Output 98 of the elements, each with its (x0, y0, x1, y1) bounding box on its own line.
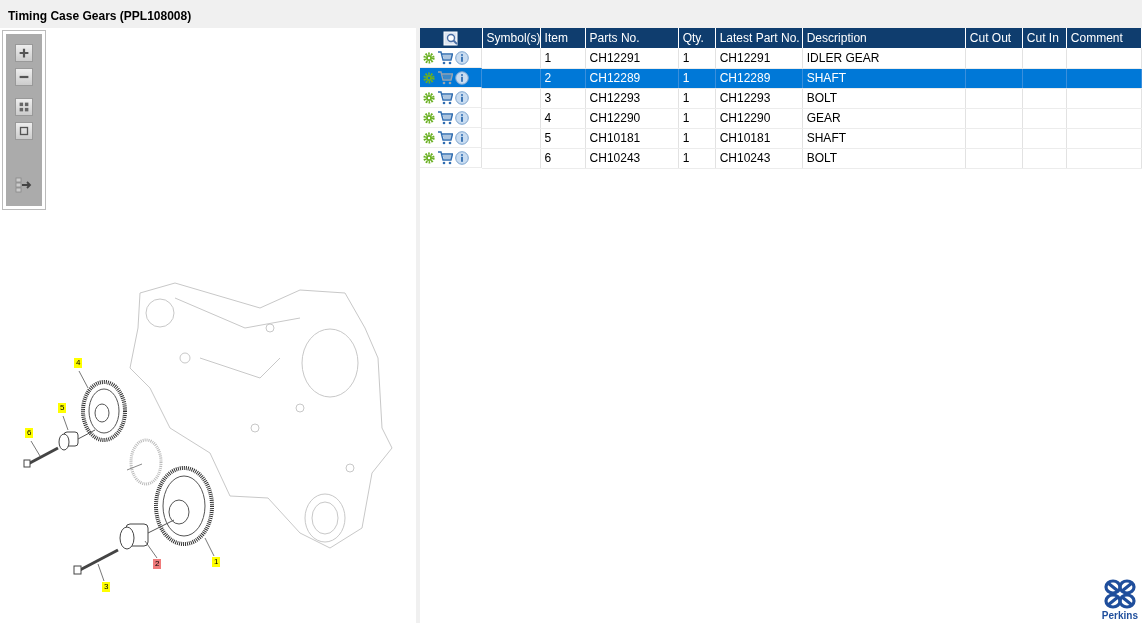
info-icon[interactable] (455, 50, 469, 65)
table-cell: 6 (540, 148, 586, 168)
table-cell: CH10181 (585, 128, 679, 148)
callout-label[interactable]: 5 (58, 403, 67, 413)
column-header[interactable]: Cut Out (965, 28, 1023, 48)
square-icon (17, 124, 31, 138)
export-button[interactable] (14, 176, 34, 194)
table-cell: 1 (540, 48, 586, 68)
table-cell (482, 148, 541, 168)
fit-all-button[interactable] (15, 98, 33, 116)
table-cell: 1 (678, 128, 716, 148)
cart-icon[interactable] (437, 90, 453, 105)
table-cell (482, 68, 541, 88)
gear-icon[interactable] (423, 111, 435, 124)
export-list-icon (15, 177, 33, 193)
callout-label[interactable]: 6 (25, 428, 34, 438)
zoom-in-button[interactable] (15, 44, 33, 62)
callout-label[interactable]: 1 (212, 557, 221, 567)
column-header[interactable]: Cut In (1022, 28, 1067, 48)
table-cell (965, 108, 1023, 128)
table-cell: 1 (678, 148, 716, 168)
table-cell: 3 (540, 88, 586, 108)
cart-icon[interactable] (437, 130, 453, 145)
info-icon[interactable] (455, 150, 469, 165)
table-cell: CH12291 (585, 48, 679, 68)
cart-icon[interactable] (437, 150, 453, 165)
table-cell: GEAR (802, 108, 966, 128)
gear-icon[interactable] (423, 131, 435, 144)
callout-label[interactable]: 4 (74, 358, 83, 368)
table-cell (1022, 108, 1067, 128)
table-cell: CH10243 (715, 148, 803, 168)
info-icon[interactable] (455, 110, 469, 125)
table-cell: 4 (540, 108, 586, 128)
table-cell: CH12290 (585, 108, 679, 128)
table-cell (1022, 48, 1067, 68)
column-header[interactable]: Latest Part No. (715, 28, 803, 48)
callout-label[interactable]: 3 (102, 582, 111, 592)
table-cell (965, 128, 1023, 148)
table-cell: CH12291 (715, 48, 803, 68)
table-cell (1022, 148, 1067, 168)
leader-line (78, 370, 89, 389)
table-cell (965, 148, 1023, 168)
table-cell (482, 88, 541, 108)
table-cell: 5 (540, 128, 586, 148)
table-row[interactable]: 4 CH12290 1 CH12290 GEAR (420, 108, 1142, 128)
brand-logo-text: Perkins (1101, 610, 1138, 621)
info-icon[interactable] (455, 130, 469, 145)
info-icon[interactable] (455, 70, 469, 85)
actual-size-button[interactable] (15, 122, 33, 140)
zoom-out-button[interactable] (15, 68, 33, 86)
table-row[interactable]: 5 CH10181 1 CH10181 SHAFT (420, 128, 1142, 148)
table-cell: CH10243 (585, 148, 679, 168)
table-cell (482, 128, 541, 148)
table-row[interactable]: 6 CH10243 1 CH10243 BOLT (420, 148, 1142, 168)
table-cell (1022, 128, 1067, 148)
table-cell: CH12293 (585, 88, 679, 108)
table-row[interactable]: 2 CH12289 1 CH12289 SHAFT (420, 68, 1142, 88)
table-cell (482, 48, 541, 68)
window-title: Timing Case Gears (PPL108008) (8, 9, 192, 23)
knot-logo-icon (1102, 579, 1137, 609)
cart-icon[interactable] (437, 110, 453, 125)
leader-line (62, 415, 69, 431)
table-cell: BOLT (802, 88, 966, 108)
cart-icon[interactable] (437, 50, 453, 65)
table-cell: BOLT (802, 148, 966, 168)
gear-icon[interactable] (423, 151, 435, 164)
plus-icon (17, 46, 31, 60)
info-icon[interactable] (455, 90, 469, 105)
table-cell: IDLER GEAR (802, 48, 966, 68)
callout-label[interactable]: 2 (153, 559, 162, 569)
table-cell: SHAFT (802, 128, 966, 148)
column-header[interactable]: Parts No. (585, 28, 679, 48)
table-row[interactable]: 3 CH12293 1 CH12293 BOLT (420, 88, 1142, 108)
column-header[interactable]: Comment (1066, 28, 1142, 48)
grid-icon (17, 100, 31, 114)
table-cell: CH12293 (715, 88, 803, 108)
gear-icon[interactable] (423, 91, 435, 104)
table-cell: 1 (678, 88, 716, 108)
leader-line (30, 440, 41, 457)
leader-line (204, 537, 215, 557)
column-header[interactable]: Item (540, 28, 586, 48)
table-cell (965, 48, 1023, 68)
table-cell (482, 108, 541, 128)
table-cell: CH10181 (715, 128, 803, 148)
table-cell (1022, 88, 1067, 108)
column-header[interactable]: Symbol(s) (482, 28, 541, 48)
table-row[interactable]: 1 CH12291 1 CH12291 IDLER GEAR (420, 48, 1142, 68)
bolt-drawing (23, 446, 59, 468)
leader-line (144, 540, 158, 559)
table-cell (965, 88, 1023, 108)
table-cell: 1 (678, 108, 716, 128)
table-cell: 1 (678, 48, 716, 68)
bolt-drawing (73, 548, 119, 575)
table-cell: CH12290 (715, 108, 803, 128)
column-header[interactable]: Qty. (678, 28, 716, 48)
leader-line (97, 563, 105, 582)
column-header[interactable]: Description (802, 28, 966, 48)
gear-icon[interactable] (423, 51, 435, 64)
